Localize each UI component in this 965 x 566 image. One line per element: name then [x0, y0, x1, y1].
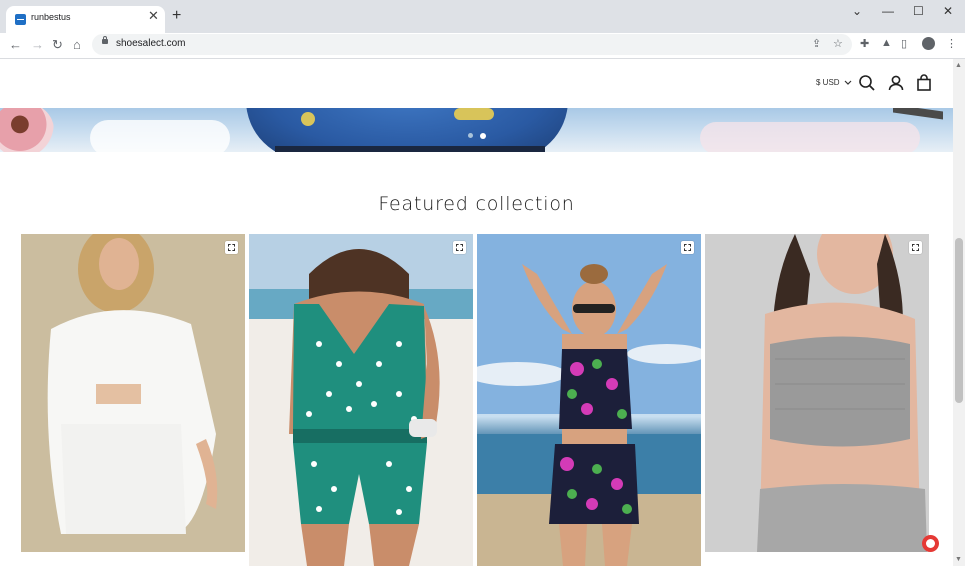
section-title: Featured collection	[378, 193, 575, 215]
lock-icon[interactable]	[102, 36, 108, 44]
product-card[interactable]	[477, 234, 701, 566]
scroll-down-icon[interactable]: ▼	[955, 556, 962, 563]
url-text[interactable]: shoesalect.com	[116, 38, 185, 49]
page-viewport: $ USD Featured collection	[0, 59, 953, 566]
banner-flower-image	[0, 108, 54, 152]
product-image[interactable]	[249, 234, 473, 566]
banner-cloud	[700, 122, 920, 152]
product-card[interactable]	[249, 234, 473, 566]
home-icon[interactable]: ⌂	[73, 36, 81, 54]
back-icon[interactable]: ←	[9, 36, 22, 54]
new-tab-button[interactable]: +	[172, 8, 181, 24]
quick-view-icon[interactable]	[909, 241, 922, 254]
chevron-down-icon	[844, 80, 852, 85]
quick-view-icon[interactable]	[453, 241, 466, 254]
scrollbar-thumb[interactable]	[955, 238, 963, 403]
currency-label[interactable]: $ USD	[816, 78, 840, 87]
product-image[interactable]	[477, 234, 701, 566]
quick-view-icon[interactable]	[225, 241, 238, 254]
labs-flask-icon[interactable]: ▲	[881, 37, 892, 49]
banner-cloud	[90, 120, 230, 152]
extensions-icon[interactable]: ✚	[860, 37, 869, 50]
browser-menu-icon[interactable]: ⋮	[946, 37, 957, 50]
banner-shadow	[275, 146, 545, 152]
hero-slideshow[interactable]	[0, 108, 953, 152]
maximize-button[interactable]: ☐	[913, 4, 924, 18]
slide-dot-1[interactable]	[468, 133, 473, 138]
banner-panel	[893, 108, 943, 120]
chat-widget-icon[interactable]	[922, 535, 939, 552]
product-image[interactable]	[21, 234, 245, 552]
share-icon[interactable]: ⇪	[812, 37, 821, 50]
search-icon[interactable]	[857, 73, 877, 93]
store-header: $ USD	[0, 59, 953, 108]
product-card[interactable]	[21, 234, 245, 552]
minimize-button[interactable]: —	[882, 4, 894, 18]
scroll-up-icon[interactable]: ▲	[955, 62, 962, 69]
reload-icon[interactable]: ↻	[52, 36, 63, 54]
browser-toolbar: ← → ↻ ⌂ shoesalect.com ⇪ ☆ ✚ ▲ ▯ ⋮	[0, 33, 965, 59]
forward-icon[interactable]: →	[31, 36, 44, 54]
product-image[interactable]	[705, 234, 929, 552]
site-favicon-icon	[15, 14, 26, 25]
bookmark-star-icon[interactable]: ☆	[833, 37, 843, 50]
quick-view-icon[interactable]	[681, 241, 694, 254]
close-window-button[interactable]: ✕	[943, 4, 953, 18]
slide-dot-2-active[interactable]	[480, 133, 486, 139]
browser-tab-strip: runbestus ✕ + ⌄ — ☐ ✕	[0, 0, 965, 33]
product-card[interactable]	[705, 234, 929, 552]
tab-search-icon[interactable]: ⌄	[852, 4, 862, 18]
currency-selector[interactable]: $ USD	[816, 78, 852, 87]
tab-title: runbestus	[31, 12, 71, 22]
profile-avatar-icon[interactable]	[922, 37, 935, 50]
browser-tab[interactable]: runbestus ✕	[6, 6, 165, 33]
side-panel-icon[interactable]: ▯	[901, 37, 907, 50]
tab-close-icon[interactable]: ✕	[148, 9, 159, 23]
cart-bag-icon[interactable]	[914, 73, 934, 93]
account-icon[interactable]	[886, 73, 906, 93]
address-bar[interactable]: shoesalect.com ⇪ ☆	[92, 34, 852, 55]
